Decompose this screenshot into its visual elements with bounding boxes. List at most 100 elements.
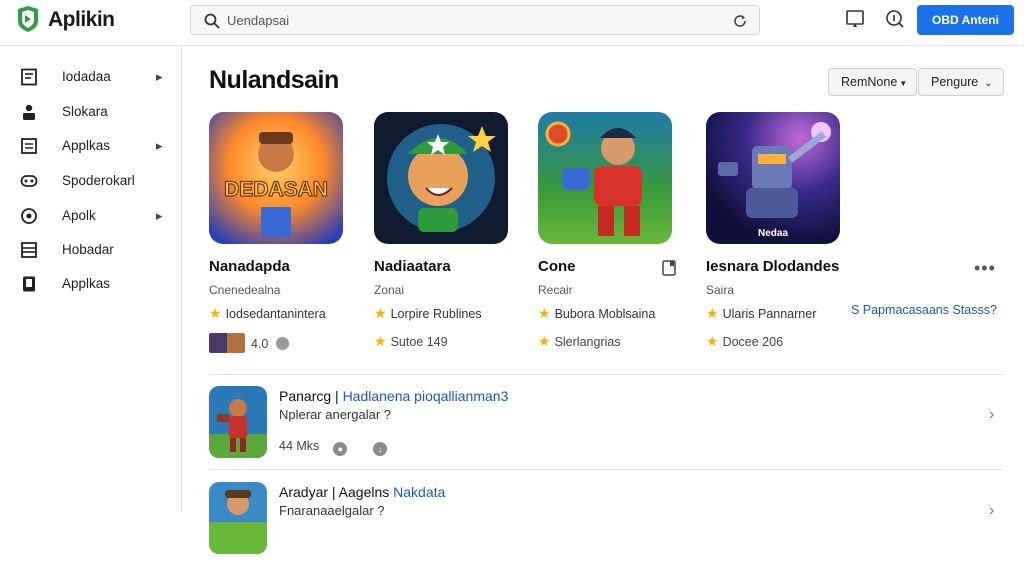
thumb-logo-text: DEDASAN <box>224 178 328 201</box>
meta-value: Sutoe 149 <box>390 335 448 349</box>
sidebar-item-label: Slokara <box>62 104 108 119</box>
sidebar-item-7[interactable]: Applkas <box>0 267 181 301</box>
primary-action-button[interactable]: OBD Anteni <box>917 5 1014 35</box>
menu-icon <box>21 242 37 258</box>
search-icon <box>204 13 220 29</box>
star-icon: ★ <box>706 305 719 321</box>
rating-row: ★ Ularis Pannarner <box>706 305 816 322</box>
chevron-right-icon: ▸ <box>156 69 163 84</box>
rating-text: Bubora Moblsaina <box>554 307 656 321</box>
refresh-icon[interactable] <box>731 12 749 30</box>
rating-row: ★ Iodsedantanintera <box>209 305 326 322</box>
app-card[interactable]: Nedaa Iesnara Dlodandes Saira ★ Ularis Pa… <box>706 112 866 352</box>
search-input[interactable]: Uendapsai <box>190 5 760 35</box>
info-icon: ● <box>333 442 348 456</box>
controller-icon <box>20 175 38 187</box>
sidebar-item-label: Iodadaa <box>62 69 111 84</box>
filter-dropdown[interactable]: Pengure ⌄ <box>918 68 1004 96</box>
chevron-down-icon: ▼ <box>899 79 908 88</box>
star-icon: ★ <box>538 333 551 349</box>
list-thumbnail[interactable] <box>209 386 267 458</box>
list-title-highlight: Nakdata <box>393 484 446 500</box>
game-art-image <box>209 386 267 458</box>
list-meta: 44 Mks ● ↓ <box>279 439 388 456</box>
star-icon: ★ <box>706 333 719 349</box>
meta-value: Slerlangrias <box>554 335 621 349</box>
related-link[interactable]: S Papmacasaans Stasss? <box>851 303 997 317</box>
document-icon <box>21 68 37 86</box>
chevron-right-icon[interactable]: › <box>989 406 994 424</box>
game-art-image: Nedaa <box>706 112 840 244</box>
game-art-image <box>374 112 508 244</box>
rating-row: ★ Lorpire Rublines <box>374 305 482 322</box>
thumb-logo-text: Nedaa <box>758 228 788 239</box>
list-meta-value: 44 Mks <box>279 439 320 453</box>
chevron-right-icon: ▸ <box>156 208 163 223</box>
divider <box>209 374 1003 375</box>
app-card[interactable]: Nadiaatara Zonai ★ Lorpire Rublines ★ Suto… <box>374 112 534 352</box>
top-bar: Aplikin Uendapsai OBD Anteni <box>0 0 1024 46</box>
sidebar-item-label: Applkas <box>62 276 111 291</box>
meta-row: ★ Sutoe 149 <box>374 333 448 350</box>
star-icon: ★ <box>209 305 222 321</box>
sidebar-item-1[interactable]: Iodadaa ▸ <box>0 60 181 94</box>
app-card[interactable]: Cone Recair ★ Bubora Moblsaina ★ Slerlangr… <box>538 112 698 352</box>
list-item[interactable]: Panarcg | Hadlanena pioqallianman3 Npler… <box>209 386 1003 480</box>
sidebar-item-2[interactable]: Slokara <box>0 95 181 129</box>
app-title[interactable]: Cone <box>538 258 576 275</box>
app-subtitle: Cnenedealna <box>209 283 281 297</box>
app-card[interactable]: DEDASAN Nanadapda Cnenedealna ★ Iodsedant… <box>209 112 369 353</box>
rating-text: Iodsedantanintera <box>225 307 326 321</box>
star-icon: ★ <box>538 305 551 321</box>
avatar-group <box>209 333 245 353</box>
cast-icon[interactable] <box>845 9 865 29</box>
sort-dropdown-label: RemNone <box>841 75 898 89</box>
game-art-image: DEDASAN <box>209 112 343 244</box>
bookmark-icon[interactable] <box>662 260 676 276</box>
game-art-image <box>538 112 672 244</box>
list-title-main: Aradyar | Aagelns <box>279 484 394 500</box>
app-title[interactable]: Iesnara Dlodandes <box>706 258 839 275</box>
sidebar-item-4[interactable]: Spoderokarl <box>0 164 181 198</box>
rating-text: Ularis Pannarner <box>722 307 817 321</box>
list-icon <box>21 138 37 154</box>
app-thumbnail[interactable]: DEDASAN <box>209 112 343 244</box>
zoom-icon[interactable] <box>885 9 905 29</box>
info-icon <box>276 337 290 350</box>
chevron-right-icon: ▸ <box>156 138 163 153</box>
list-title[interactable]: Panarcg | Hadlanena pioqallianman3 <box>279 388 508 404</box>
star-icon: ★ <box>374 333 387 349</box>
app-thumbnail[interactable] <box>374 112 508 244</box>
more-options-icon[interactable]: ••• <box>974 258 996 279</box>
app-thumbnail[interactable] <box>538 112 672 244</box>
list-subtitle: Nplerar anergalar ? <box>279 407 392 422</box>
circle-icon <box>21 208 37 224</box>
sort-dropdown[interactable]: RemNone ▼ <box>828 68 917 96</box>
list-title[interactable]: Aradyar | Aagelns Nakdata <box>279 484 445 500</box>
rating-text: Lorpire Rublines <box>390 307 482 321</box>
app-subtitle: Saira <box>706 283 735 297</box>
search-text: Uendapsai <box>227 13 290 28</box>
sidebar-item-3[interactable]: Applkas ▸ <box>0 129 181 163</box>
list-item[interactable]: Aradyar | Aagelns Nakdata Fnaranaaelgala… <box>209 482 1003 576</box>
sidebar-item-6[interactable]: Hobadar <box>0 233 181 267</box>
download-icon[interactable]: ↓ <box>373 442 388 456</box>
app-name[interactable]: Aplikin <box>48 8 115 32</box>
meta-value: 4.0 <box>251 337 269 351</box>
list-title-highlight: Hadlanena pioqallianman3 <box>342 388 509 404</box>
list-thumbnail[interactable] <box>209 482 267 554</box>
list-subtitle: Fnaranaaelgalar ? <box>279 503 385 518</box>
person-icon <box>23 104 35 120</box>
app-title[interactable]: Nadiaatara <box>374 258 451 275</box>
app-logo-icon <box>18 6 38 32</box>
chevron-right-icon[interactable]: › <box>989 502 994 520</box>
meta-value: Docee 206 <box>722 335 784 349</box>
divider <box>209 469 1003 470</box>
game-art-image <box>209 482 267 554</box>
sidebar-item-5[interactable]: Apolk ▸ <box>0 199 181 233</box>
app-thumbnail[interactable]: Nedaa <box>706 112 840 244</box>
app-title[interactable]: Nanadapda <box>209 258 290 275</box>
filter-dropdown-label: Pengure <box>931 75 979 89</box>
sidebar-item-label: Hobadar <box>62 242 114 257</box>
sidebar-item-label: Apolk <box>62 208 96 223</box>
